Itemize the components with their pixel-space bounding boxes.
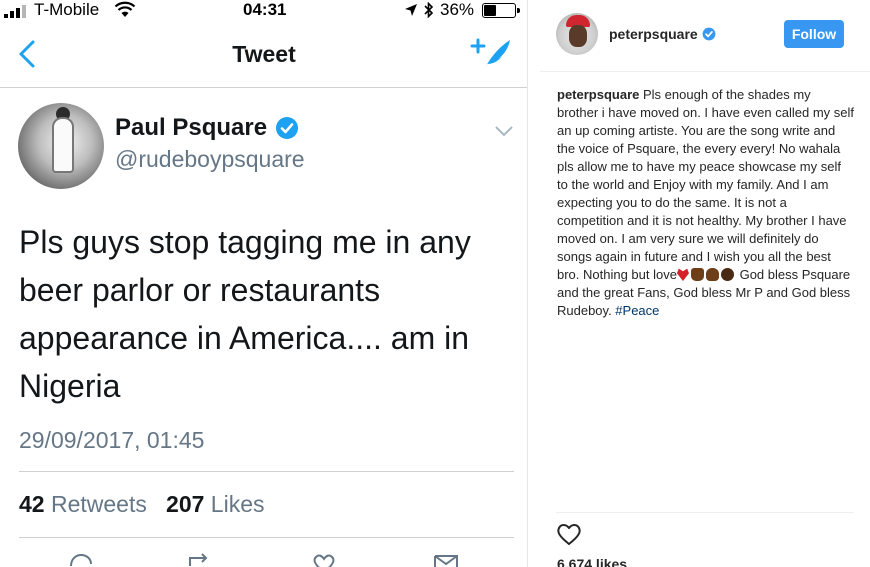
retweet-count: 42 bbox=[19, 491, 45, 517]
signal-icon bbox=[4, 4, 26, 18]
divider bbox=[19, 471, 514, 472]
battery-percent: 36% bbox=[440, 0, 475, 19]
caption-username[interactable]: peterpsquare bbox=[557, 87, 639, 102]
retweet-label: Retweets bbox=[50, 491, 147, 517]
verified-icon bbox=[276, 117, 299, 139]
twitter-screenshot: T-Mobile 04:31 36% Tweet Paul Psquare @r… bbox=[0, 0, 528, 567]
thumbs-up-emoji-icon bbox=[690, 268, 704, 281]
reply-icon[interactable] bbox=[67, 552, 95, 567]
like-label: Likes bbox=[210, 491, 265, 517]
ig-username[interactable]: peterpsquare bbox=[609, 26, 698, 42]
tweet-timestamp: 29/09/2017, 01:45 bbox=[19, 427, 205, 453]
retweet-icon[interactable] bbox=[186, 552, 214, 567]
heart-icon[interactable] bbox=[556, 522, 582, 546]
message-icon[interactable] bbox=[432, 552, 460, 567]
author-name-row[interactable]: Paul Psquare bbox=[115, 114, 299, 142]
hashtag-link[interactable]: #Peace bbox=[615, 303, 659, 318]
divider bbox=[19, 537, 514, 538]
nav-bar: Tweet bbox=[0, 22, 527, 88]
author-name[interactable]: Paul Psquare bbox=[115, 114, 267, 142]
status-right: 36% bbox=[404, 0, 521, 20]
chevron-down-icon[interactable] bbox=[495, 125, 513, 137]
fist-emoji-icon bbox=[720, 268, 734, 281]
like-icon[interactable] bbox=[310, 552, 338, 567]
wifi-icon bbox=[114, 1, 136, 17]
author-handle[interactable]: @rudeboypsquare bbox=[115, 146, 305, 173]
tweet-actions bbox=[0, 552, 527, 567]
caption-text: Pls enough of the shades my brother i ha… bbox=[557, 87, 854, 282]
status-bar: T-Mobile 04:31 36% bbox=[0, 0, 527, 22]
carrier-label: T-Mobile bbox=[34, 0, 100, 19]
bluetooth-icon bbox=[424, 2, 434, 18]
ig-username-row[interactable]: peterpsquare bbox=[609, 26, 716, 42]
ig-avatar[interactable] bbox=[556, 13, 598, 55]
tweet-stats: 42 Retweets 207 Likes bbox=[19, 491, 265, 518]
like-stat[interactable]: 207 Likes bbox=[166, 491, 264, 517]
compose-icon[interactable] bbox=[470, 34, 514, 74]
verified-icon bbox=[702, 27, 716, 41]
tweet-text: Pls guys stop tagging me in any beer par… bbox=[19, 224, 471, 404]
heart-emoji-icon bbox=[676, 268, 689, 281]
page-title: Tweet bbox=[232, 41, 296, 67]
battery-icon bbox=[482, 2, 521, 18]
post-caption: peterpsquare Pls enough of the shades my… bbox=[557, 86, 855, 320]
post-header: peterpsquare Follow bbox=[540, 0, 870, 72]
divider bbox=[556, 512, 854, 513]
clock: 04:31 bbox=[243, 0, 287, 19]
raised-hand-emoji-icon bbox=[705, 268, 719, 281]
like-count: 207 bbox=[166, 491, 205, 517]
retweet-stat[interactable]: 42 Retweets bbox=[19, 491, 147, 517]
author-avatar[interactable] bbox=[18, 103, 104, 189]
location-icon bbox=[405, 4, 417, 16]
follow-button[interactable]: Follow bbox=[784, 20, 844, 48]
likes-count[interactable]: 6,674 likes bbox=[557, 556, 627, 567]
instagram-post: peterpsquare Follow peterpsquare Pls eno… bbox=[540, 0, 870, 567]
